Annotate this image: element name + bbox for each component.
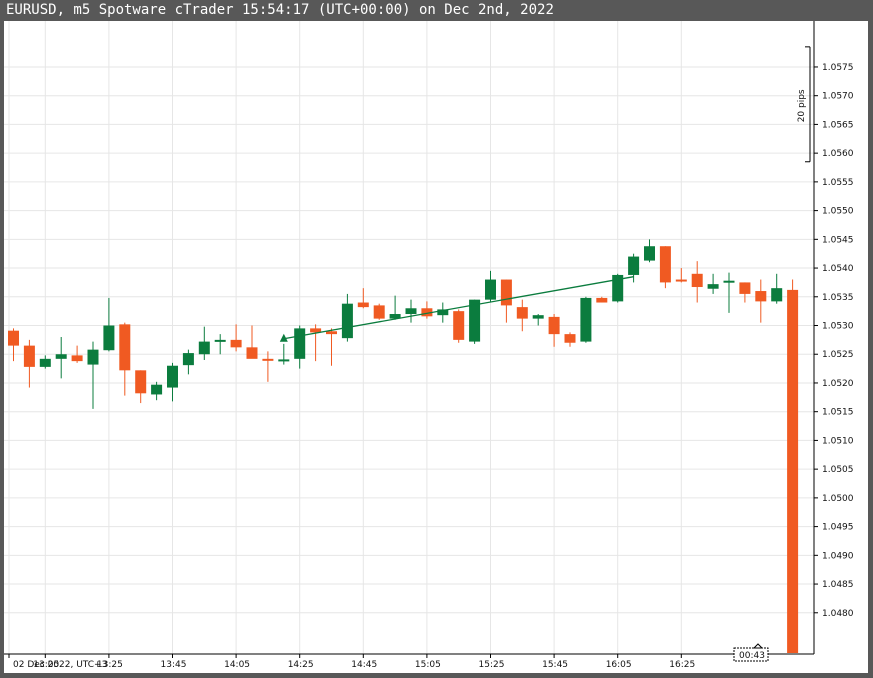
candle-body-bull <box>182 353 194 366</box>
candle-body-bear <box>755 291 767 302</box>
x-tick-label: 13:45 <box>161 660 187 670</box>
candle-body-bear <box>262 358 274 361</box>
chart-area[interactable]: 1.0575 1.0570 1.0565 1.0560 1.0555 1.0550 1.05… <box>4 21 868 673</box>
countdown-pointer-icon <box>752 643 764 649</box>
y-tick-label: 1.0575 <box>822 63 854 73</box>
candle-body-bull <box>532 315 544 319</box>
candle-body-bear <box>787 289 799 653</box>
candle-body-bull <box>580 297 592 342</box>
candle-body-bear <box>246 347 258 359</box>
y-tick-label: 1.0525 <box>822 350 854 360</box>
candle-body-bear <box>326 331 337 335</box>
candle-body-bear <box>373 305 385 319</box>
y-tick-label: 1.0490 <box>822 551 854 561</box>
y-tick-label: 1.0555 <box>822 178 854 188</box>
candle-body-bull <box>628 256 640 275</box>
candle-body-bull <box>151 384 163 395</box>
candle-body-bull <box>485 279 496 300</box>
x-tick-label: 13:25 <box>97 660 123 670</box>
candle-body-bull <box>405 308 417 315</box>
y-tick-label: 1.0505 <box>822 465 854 475</box>
y-tick-label: 1.0530 <box>822 322 854 332</box>
candle-body-bear <box>23 345 35 367</box>
candle-body-bear <box>119 324 131 371</box>
y-tick-label: 1.0550 <box>822 207 854 217</box>
candle-body-bear <box>548 316 560 335</box>
countdown-timer: 00:43 <box>739 651 765 661</box>
candle-body-bear <box>500 279 512 306</box>
candle-body-bull <box>771 288 783 302</box>
y-tick-label: 1.0565 <box>822 120 854 130</box>
candle-body-bull <box>198 341 210 355</box>
y-tick-label: 1.0485 <box>822 580 854 590</box>
y-tick-label: 1.0500 <box>822 494 854 504</box>
y-tick-label: 1.0570 <box>822 92 854 102</box>
y-tick-label: 1.0560 <box>822 149 854 159</box>
y-tick-label: 1.0480 <box>822 609 854 619</box>
candle-body-bull <box>278 359 290 362</box>
chart-window: EURUSD, m5 Spotware cTrader 15:54:17 (UT… <box>0 0 873 678</box>
x-tick-label: 16:25 <box>669 660 695 670</box>
y-tick-label: 1.0540 <box>822 264 854 274</box>
candle-body-bear <box>71 355 83 362</box>
candle-body-bear <box>516 307 528 319</box>
candle-body-bull <box>341 303 353 339</box>
candle-body-bull <box>55 354 67 359</box>
candle-body-bull <box>214 339 226 342</box>
candle-body-bear <box>596 297 608 303</box>
candle-body-bear <box>357 302 369 308</box>
candle-body-bear <box>564 334 576 343</box>
candle-body-bull <box>103 325 115 351</box>
chart-title: EURUSD, m5 Spotware cTrader 15:54:17 (UT… <box>6 2 554 18</box>
candle-body-bull <box>167 365 178 388</box>
pips-ruler-label: 20 pips <box>797 89 807 122</box>
y-tick-label: 1.0510 <box>822 436 854 446</box>
candle-body-bull <box>294 328 306 359</box>
y-tick-label: 1.0520 <box>822 379 854 389</box>
candle-body-bear <box>135 370 147 394</box>
x-tick-label: 14:45 <box>351 660 377 670</box>
y-tick-label: 1.0535 <box>822 293 854 303</box>
candle-body-bull <box>87 349 99 365</box>
x-tick-label: 14:05 <box>224 660 250 670</box>
x-tick-label: 14:25 <box>288 660 314 670</box>
x-tick-label: 16:05 <box>606 660 632 670</box>
candle-body-bull <box>707 284 719 289</box>
candle-body-bear <box>691 273 703 288</box>
candle-body-bear <box>675 279 687 282</box>
x-tick-label: 15:45 <box>542 660 568 670</box>
y-tick-label: 1.0545 <box>822 235 854 245</box>
y-tick-label: 1.0515 <box>822 408 854 418</box>
candle-body-bear <box>739 282 751 294</box>
candle-body-bull <box>723 280 735 283</box>
candle-body-bull <box>644 246 655 261</box>
x-tick-label: 02 Dec 2022, UTC+3 <box>13 660 107 670</box>
x-tick-label: 13:05 <box>33 660 59 670</box>
candle-body-bear <box>230 339 242 348</box>
candlestick-chart[interactable]: 1.0575 1.0570 1.0565 1.0560 1.0555 1.0550 1.05… <box>4 21 868 673</box>
x-tick-label: 15:05 <box>415 660 441 670</box>
candle-body-bear <box>8 330 19 346</box>
candle-body-bear <box>659 246 671 283</box>
candle-body-bear <box>453 311 465 340</box>
y-tick-label: 1.0495 <box>822 523 854 533</box>
x-tick-label: 15:25 <box>479 660 505 670</box>
candle-body-bull <box>39 358 51 367</box>
